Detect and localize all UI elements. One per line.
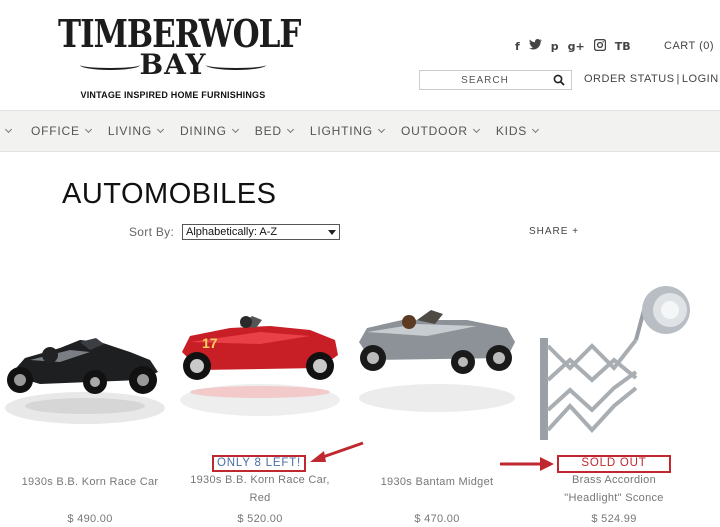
product-image-silver-midget-car[interactable] <box>347 280 527 440</box>
annotation-arrow-icon <box>310 441 364 462</box>
nav-item-label: OUTDOOR <box>400 124 468 138</box>
chevron-down-icon <box>231 125 239 134</box>
nav-item-bed[interactable]: BED <box>254 124 294 138</box>
product-name[interactable]: Brass Accordion "Headlight" Sconce <box>524 471 704 507</box>
nav-item-living[interactable]: LIVING <box>107 124 165 138</box>
chevron-down-icon <box>286 125 294 134</box>
sold-out-badge: SOLD OUT <box>557 455 671 473</box>
chevron-down-icon <box>377 125 385 134</box>
tb-icon[interactable]: TB <box>615 40 631 53</box>
product-price: $ 490.00 <box>67 513 113 525</box>
sort-selected-value: Alphabetically: A-Z <box>186 226 278 238</box>
chevron-down-icon <box>156 125 165 134</box>
dropdown-arrow-icon <box>328 230 336 235</box>
search-input[interactable] <box>420 71 550 89</box>
site-header: TIMBERWOLF BAY VINTAGE INSPIRED HOME FUR… <box>0 0 720 110</box>
logo-flourish-right <box>206 60 266 70</box>
chevron-down-icon <box>472 125 480 134</box>
nav-item-label: KIDS <box>495 124 528 138</box>
account-links: ORDER STATUS | LOGIN <box>584 73 719 85</box>
nav-item-label: DINING <box>179 124 227 138</box>
cart-link[interactable]: CART (0) <box>664 40 714 52</box>
annotation-arrow-icon <box>500 457 554 471</box>
nav-item-label: BED <box>254 124 282 138</box>
search-box <box>419 70 572 90</box>
product-name[interactable]: 1930s B.B. Korn Race Car, Red <box>170 471 350 507</box>
nav-item-label: LIGHTING <box>309 124 373 138</box>
nav-item-kids[interactable]: KIDS <box>495 124 540 138</box>
order-status-link[interactable]: ORDER STATUS <box>584 73 675 85</box>
twitter-icon[interactable] <box>528 39 542 53</box>
nav-item-label: OFFICE <box>31 124 80 138</box>
page-title: AUTOMOBILES <box>62 178 277 210</box>
account-separator: | <box>676 73 680 85</box>
nav-item-lighting[interactable]: LIGHTING <box>309 124 385 138</box>
chevron-down-icon[interactable] <box>4 125 13 134</box>
chevron-down-icon <box>532 125 540 134</box>
google-plus-icon[interactable]: g+ <box>568 40 585 53</box>
product-image-red-race-car[interactable]: 17 <box>170 280 350 440</box>
logo-tagline: VINTAGE INSPIRED HOME FURNISHINGS <box>80 90 266 100</box>
product-name-line: "Headlight" Sconce <box>564 492 664 504</box>
product-image-black-race-car[interactable] <box>0 280 180 440</box>
product-name-line: 1930s B.B. Korn Race Car, <box>190 474 330 486</box>
product-name-line: Red <box>249 492 271 504</box>
product-price: $ 520.00 <box>237 513 283 525</box>
sort-label: Sort By: <box>129 225 175 239</box>
share-button[interactable]: SHARE + <box>529 226 579 237</box>
product-price: $ 524.99 <box>591 513 637 525</box>
search-icon[interactable] <box>553 74 565 86</box>
svg-text:17: 17 <box>202 335 218 351</box>
stock-badge: ONLY 8 LEFT! <box>212 455 306 472</box>
chevron-down-icon <box>84 125 92 134</box>
site-logo[interactable]: TIMBERWOLF BAY VINTAGE INSPIRED HOME FUR… <box>58 10 301 102</box>
product-name-line: Brass Accordion <box>572 474 656 486</box>
facebook-icon[interactable]: f <box>515 40 520 53</box>
nav-item-outdoor[interactable]: OUTDOOR <box>400 124 480 138</box>
nav-item-label: LIVING <box>107 124 152 138</box>
sort-select[interactable]: Alphabetically: A-Z <box>182 224 340 240</box>
nav-item-dining[interactable]: DINING <box>179 124 239 138</box>
product-name[interactable]: 1930s Bantam Midget <box>347 473 527 491</box>
social-links: f p g+ TB <box>515 38 631 54</box>
instagram-icon[interactable] <box>593 38 606 54</box>
product-price: $ 470.00 <box>414 513 460 525</box>
product-image-accordion-sconce[interactable] <box>524 280 704 440</box>
nav-item-office[interactable]: OFFICE <box>31 124 92 138</box>
pinterest-icon[interactable]: p <box>551 40 559 53</box>
product-name[interactable]: 1930s B.B. Korn Race Car <box>0 473 180 491</box>
login-link[interactable]: LOGIN <box>682 73 719 85</box>
main-navigation: OFFICE LIVING DINING BED LIGHTING OUTDOO… <box>0 110 720 152</box>
